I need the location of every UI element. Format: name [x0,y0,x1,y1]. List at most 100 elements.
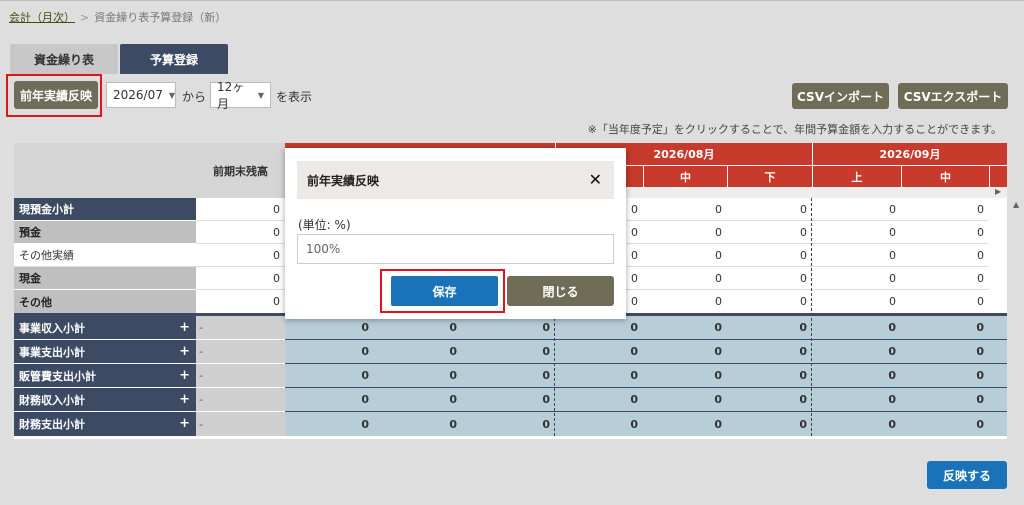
value-cell: 0 [643,388,727,412]
opening-other-actual[interactable]: 0 [196,244,285,267]
row-label-text: 財務収入小計 [19,393,85,407]
corner-header [14,143,196,198]
value-cell: 0 [555,364,643,388]
value-cell[interactable]: 0 [643,244,727,267]
month-separator [811,198,812,436]
opening-other[interactable]: 0 [196,290,285,313]
value-cell: 0 [643,412,727,436]
expand-plus-icon[interactable]: + [179,392,190,407]
row-label-cash: 現金 [14,267,196,290]
value-cell-overflow [989,340,1007,364]
value-cell[interactable]: 0 [727,244,812,267]
opening-cash-subtotal[interactable]: 0 [196,198,285,221]
period-header-09-early: 上 [812,165,901,187]
reflect-button[interactable]: 反映する [927,461,1007,489]
value-cell-overflow [989,364,1007,388]
prev-year-reflect-button[interactable]: 前年実績反映 [14,81,98,109]
value-cell: 0 [727,388,812,412]
value-cell-overflow [989,412,1007,436]
breadcrumb-separator: > [80,10,90,24]
value-cell: 0 [643,316,727,340]
value-cell[interactable]: 0 [727,290,812,313]
value-cell[interactable]: 0 [812,290,901,313]
row-label-cash-subtotal: 現預金小計 [14,198,196,221]
value-cell: 0 [555,388,643,412]
value-cell[interactable]: 0 [901,221,989,244]
percentage-input[interactable]: 100% [297,234,614,264]
csv-import-button[interactable]: CSVインポート [792,83,889,109]
value-cell: 0 [374,340,462,364]
value-cell: 0 [285,412,374,436]
value-cell[interactable]: 0 [643,198,727,221]
chevron-down-icon: ▼ [257,90,264,100]
tab-budget-registration[interactable]: 予算登録 [120,44,228,74]
instruction-note: ※「当年度予定」をクリックすることで、年間予算金額を入力することができます。 [587,123,1002,136]
opening-business-expense: - [196,340,285,364]
breadcrumb-current: 資金繰り表予算登録（新） [94,11,227,24]
value-cell: 0 [555,340,643,364]
expand-plus-icon[interactable]: + [179,320,190,335]
start-month-select[interactable]: 2026/07 ▼ [106,82,176,108]
value-cell[interactable]: 0 [901,290,989,313]
save-button[interactable]: 保存 [391,276,498,306]
value-cell: 0 [812,364,901,388]
period-select[interactable]: 12ヶ月 ▼ [210,80,271,111]
value-cell[interactable]: 0 [812,198,901,221]
value-cell: 0 [812,412,901,436]
opening-finance-income: - [196,388,285,412]
value-cell: 0 [462,364,555,388]
value-cell[interactable]: 0 [643,221,727,244]
month-header-2026-09: 2026/09月 [812,143,1007,165]
expand-plus-icon[interactable]: + [179,344,190,359]
breadcrumb-root-link[interactable]: 会計（月次） [9,9,75,25]
value-cell: 0 [901,412,989,436]
value-cell[interactable]: 0 [901,198,989,221]
value-cell: 0 [727,340,812,364]
value-cell: 0 [374,412,462,436]
scroll-right-icon[interactable]: ▶ [995,187,1001,196]
opening-cash[interactable]: 0 [196,267,285,290]
expand-plus-icon[interactable]: + [179,416,190,431]
value-cell: 0 [462,388,555,412]
close-button[interactable]: 閉じる [507,276,614,306]
value-cell[interactable]: 0 [727,198,812,221]
top-divider [0,0,1024,1]
period-value: 12ヶ月 [217,80,245,111]
value-cell-overflow [989,316,1007,340]
row-label-text: 販管費支出小計 [19,369,96,383]
value-cell: 0 [727,316,812,340]
value-cell: 0 [643,340,727,364]
opening-deposit[interactable]: 0 [196,221,285,244]
value-cell: 0 [285,340,374,364]
opening-sga-expense: - [196,364,285,388]
dialog-header: 前年実績反映 ✕ [297,161,614,199]
period-header-08-late: 下 [727,165,812,187]
value-cell[interactable]: 0 [812,244,901,267]
opening-business-income: - [196,316,285,340]
csv-export-button[interactable]: CSVエクスポート [898,83,1008,109]
row-label-text: 事業支出小計 [19,345,85,359]
value-cell: 0 [901,388,989,412]
value-cell[interactable]: 0 [901,267,989,290]
value-cell[interactable]: 0 [812,267,901,290]
value-cell[interactable]: 0 [643,290,727,313]
value-cell[interactable]: 0 [901,244,989,267]
value-cell: 0 [462,412,555,436]
expand-plus-icon[interactable]: + [179,368,190,383]
row-label-text: 事業収入小計 [19,321,85,335]
dialog-title: 前年実績反映 [307,173,380,188]
scroll-up-icon[interactable]: ▲ [1013,200,1019,209]
value-cell: 0 [812,340,901,364]
value-cell: 0 [727,412,812,436]
close-icon[interactable]: ✕ [589,170,602,189]
row-label-other-actual: その他実績 [14,244,196,267]
unit-label: (単位: %) [298,218,351,232]
value-cell: 0 [285,316,374,340]
tab-cashflow[interactable]: 資金繰り表 [10,44,118,74]
value-cell[interactable]: 0 [812,221,901,244]
row-label-other: その他 [14,290,196,313]
value-cell[interactable]: 0 [643,267,727,290]
value-cell[interactable]: 0 [727,221,812,244]
row-label-text: 財務支出小計 [19,418,85,431]
value-cell[interactable]: 0 [727,267,812,290]
